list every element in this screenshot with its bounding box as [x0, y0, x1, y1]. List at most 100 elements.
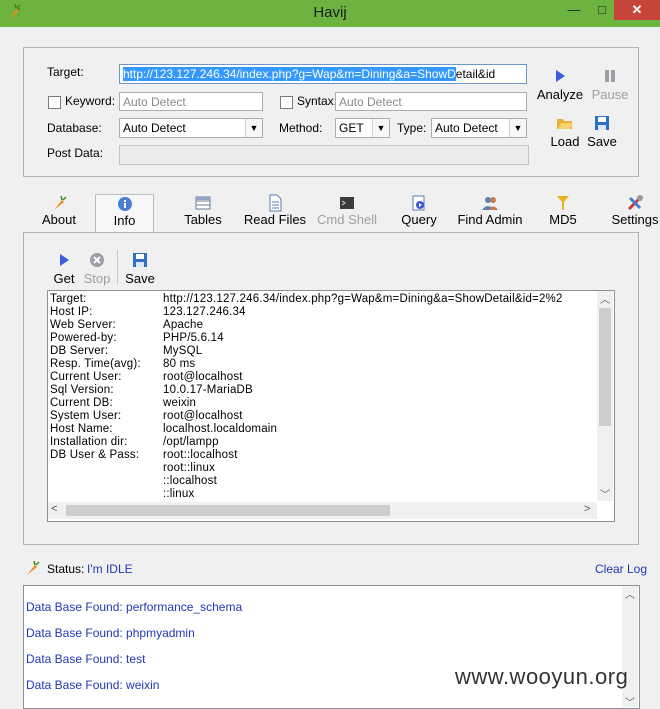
info-value: root::linux: [163, 462, 216, 474]
save-button[interactable]: Save: [586, 115, 618, 149]
status-value: I'm IDLE: [87, 562, 133, 576]
keyword-checkbox[interactable]: [48, 96, 61, 109]
info-save-button[interactable]: Save: [124, 252, 156, 286]
scroll-thumb[interactable]: [66, 505, 390, 516]
tab-query-label: Query: [401, 212, 437, 227]
play-icon: [556, 70, 565, 82]
load-button[interactable]: Load: [548, 115, 582, 149]
scroll-up-icon[interactable]: ︿: [597, 291, 613, 306]
tab-find-admin[interactable]: Find Admin: [456, 194, 524, 232]
keyword-label: Keyword:: [65, 94, 116, 108]
key-icon: [557, 196, 569, 210]
scroll-right-icon[interactable]: >: [584, 503, 590, 515]
info-value: Apache: [163, 319, 204, 331]
database-label: Database:: [47, 121, 102, 135]
scroll-up-icon[interactable]: ︿: [622, 586, 638, 601]
tab-read-files-label: Read Files: [243, 212, 307, 227]
post-data-label: Post Data:: [47, 146, 104, 160]
status-icon: [24, 560, 40, 579]
stop-button[interactable]: Stop: [82, 252, 112, 286]
close-button[interactable]: ✕: [614, 0, 660, 20]
get-button[interactable]: Get: [50, 252, 78, 286]
carrot-icon: [54, 195, 67, 210]
floppy-icon: [595, 116, 609, 130]
minimize-button[interactable]: —: [560, 0, 588, 20]
type-select[interactable]: Auto Detect ▼: [431, 118, 527, 138]
log-panel[interactable]: Data Base Found: performance_schema Data …: [23, 585, 640, 709]
watermark: www.wooyun.org: [455, 664, 629, 689]
syntax-label: Syntax:: [297, 94, 338, 108]
folder-open-icon: [557, 119, 573, 129]
info-key: Host Name:: [50, 423, 113, 435]
target-label: Target:: [47, 65, 84, 79]
info-value: weixin: [163, 397, 197, 409]
title-bar: Havij — □ ✕: [0, 0, 660, 27]
scroll-left-icon[interactable]: <: [51, 503, 57, 515]
chevron-down-icon: ▼: [245, 119, 262, 137]
info-value: PHP/5.6.14: [163, 332, 224, 344]
info-value: http://123.127.246.34/index.php?g=Wap&m=…: [163, 293, 563, 305]
horizontal-scrollbar[interactable]: < >: [48, 502, 597, 519]
keyword-input[interactable]: [119, 92, 263, 111]
info-key: Current User:: [50, 371, 122, 383]
info-value: MySQL: [163, 345, 203, 357]
tab-settings[interactable]: Settings: [610, 194, 660, 232]
analyze-button[interactable]: Analyze: [536, 68, 584, 102]
info-key: Target:: [50, 293, 87, 305]
get-label: Get: [53, 271, 75, 286]
target-input[interactable]: http://123.127.246.34/index.php?g=Wap&m=…: [119, 64, 527, 84]
info-save-label: Save: [125, 271, 155, 286]
info-icon: [117, 197, 132, 211]
database-select[interactable]: Auto Detect ▼: [119, 118, 263, 138]
tab-info-label: Info: [113, 213, 136, 228]
stop-label: Stop: [83, 271, 111, 286]
tab-info[interactable]: Info: [95, 194, 154, 233]
maximize-button[interactable]: □: [588, 0, 616, 20]
method-select-value: GET: [339, 121, 364, 135]
log-line: Data Base Found: weixin: [26, 678, 160, 692]
save-label: Save: [587, 134, 617, 149]
type-label: Type:: [397, 121, 427, 135]
floppy-icon: [133, 253, 147, 267]
tab-read-files[interactable]: Read Files: [243, 194, 307, 232]
pause-label: Pause: [591, 87, 629, 102]
load-label: Load: [550, 134, 580, 149]
info-key: Powered-by:: [50, 332, 117, 344]
analyze-label: Analyze: [536, 87, 584, 102]
status-label: Status:: [47, 562, 85, 576]
post-data-input[interactable]: [119, 145, 529, 165]
log-line: Data Base Found: phpmyadmin: [26, 626, 195, 640]
pause-icon: [605, 70, 615, 82]
tab-tables-label: Tables: [184, 212, 222, 227]
type-select-value: Auto Detect: [435, 121, 498, 135]
clear-log-link[interactable]: Clear Log: [595, 562, 647, 576]
tab-settings-label: Settings: [611, 212, 659, 227]
info-list[interactable]: Target: http://123.127.246.34/index.php?g…: [47, 290, 615, 522]
method-select[interactable]: GET ▼: [335, 118, 390, 138]
info-value: /opt/lampp: [163, 436, 219, 448]
scroll-thumb[interactable]: [599, 308, 611, 426]
database-select-value: Auto Detect: [123, 121, 186, 135]
info-key: System User:: [50, 410, 122, 422]
tab-query[interactable]: Query: [398, 194, 440, 232]
tab-cmd-shell[interactable]: Cmd Shell: [316, 194, 378, 232]
info-value: ::linux: [163, 488, 195, 500]
tab-find-admin-label: Find Admin: [457, 212, 523, 227]
scroll-down-icon[interactable]: ﹀: [597, 486, 613, 501]
play-icon: [60, 254, 69, 266]
target-value-rest: etail&id: [455, 67, 496, 81]
tab-md5[interactable]: MD5: [545, 194, 581, 232]
terminal-icon: [340, 197, 354, 209]
method-label: Method:: [279, 121, 323, 135]
users-icon: [482, 197, 498, 210]
syntax-input[interactable]: [335, 92, 527, 111]
vertical-scrollbar[interactable]: ︿ ﹀: [597, 291, 613, 501]
info-key: Resp. Time(avg):: [50, 358, 141, 370]
syntax-checkbox[interactable]: [280, 96, 293, 109]
chevron-down-icon: ▼: [372, 119, 389, 137]
tab-tables[interactable]: Tables: [180, 194, 226, 232]
query-icon: [412, 195, 425, 211]
info-value: root::localhost: [163, 449, 238, 461]
tab-about[interactable]: About: [36, 194, 82, 232]
pause-button[interactable]: Pause: [590, 68, 630, 102]
